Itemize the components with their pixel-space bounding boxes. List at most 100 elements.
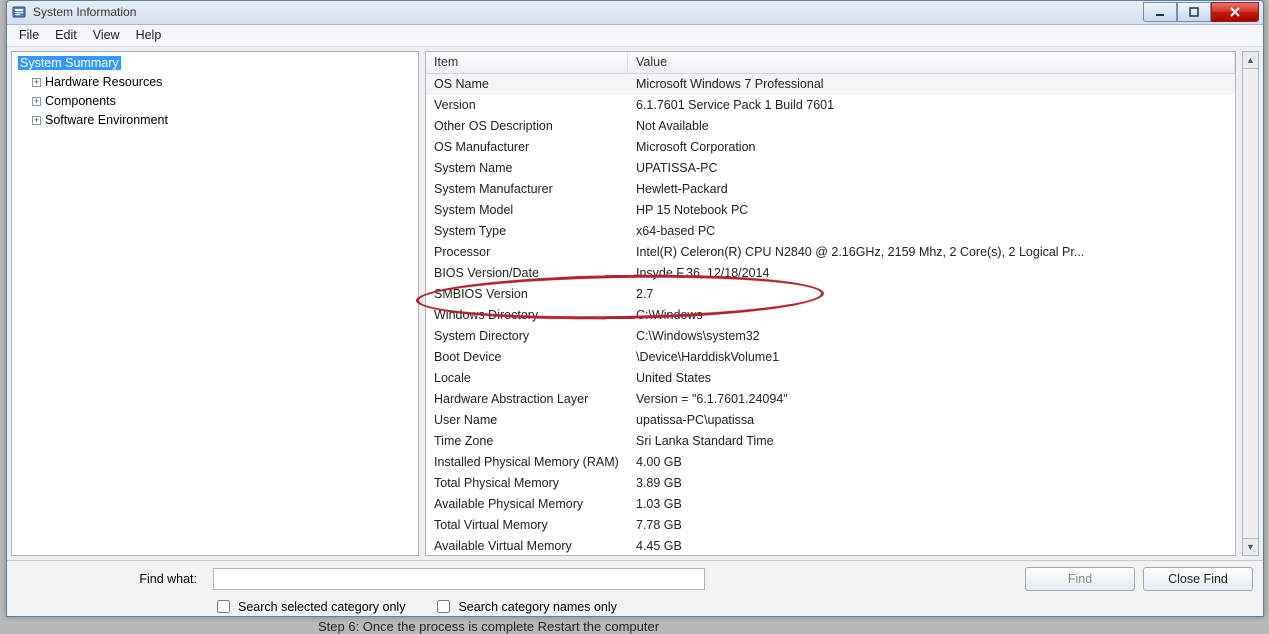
minimize-button[interactable] [1143,2,1177,22]
cell-item: System Manufacturer [426,182,628,196]
menu-bar: File Edit View Help [7,25,1263,47]
table-row[interactable]: Hardware Abstraction LayerVersion = "6.1… [426,389,1235,410]
table-row[interactable]: User Nameupatissa-PC\upatissa [426,410,1235,431]
cell-item: System Type [426,224,628,238]
expand-icon[interactable]: + [32,97,41,106]
cell-item: OS Manufacturer [426,140,628,154]
background-text: Step 6: Once the process is complete Res… [318,619,659,634]
table-row[interactable]: System ManufacturerHewlett-Packard [426,179,1235,200]
scroll-up-icon[interactable]: ▲ [1243,52,1258,69]
tree-item-components[interactable]: + Components [18,92,412,111]
cell-value: Not Available [628,119,1235,133]
cell-value: Version = "6.1.7601.24094" [628,392,1235,406]
cell-value: Intel(R) Celeron(R) CPU N2840 @ 2.16GHz,… [628,245,1235,259]
table-row[interactable]: ProcessorIntel(R) Celeron(R) CPU N2840 @… [426,242,1235,263]
table-row[interactable]: System DirectoryC:\Windows\system32 [426,326,1235,347]
outer-scrollbar[interactable]: ▲ ▼ [1242,51,1259,556]
tree-item-system-summary[interactable]: System Summary [18,54,412,73]
search-category-names-checkbox[interactable]: Search category names only [433,597,616,616]
table-row[interactable]: Time ZoneSri Lanka Standard Time [426,431,1235,452]
cell-item: Boot Device [426,350,628,364]
details-list: Item Value OS NameMicrosoft Windows 7 Pr… [425,51,1236,556]
menu-view[interactable]: View [85,26,128,44]
table-row[interactable]: Total Virtual Memory7.78 GB [426,515,1235,536]
cell-value: Insyde F.36, 12/18/2014 [628,266,1235,280]
main-area: System Summary + Hardware Resources + Co… [7,47,1263,560]
menu-edit[interactable]: Edit [47,26,85,44]
tree-label: Components [45,94,116,108]
category-tree[interactable]: System Summary + Hardware Resources + Co… [11,51,419,556]
table-row[interactable]: Available Virtual Memory4.45 GB [426,536,1235,555]
find-bar: Find what: Find Close Find Search select… [7,560,1263,616]
column-header-value[interactable]: Value [628,52,1235,73]
window-title: System Information [33,5,136,19]
menu-help[interactable]: Help [128,26,170,44]
table-row[interactable]: Total Physical Memory3.89 GB [426,473,1235,494]
cell-value: Microsoft Windows 7 Professional [628,77,1235,91]
cell-item: Available Physical Memory [426,497,628,511]
search-selected-category-checkbox[interactable]: Search selected category only [213,597,405,616]
cell-value: x64-based PC [628,224,1235,238]
table-row[interactable]: Installed Physical Memory (RAM)4.00 GB [426,452,1235,473]
table-row[interactable]: Boot Device\Device\HarddiskVolume1 [426,347,1235,368]
table-row[interactable]: OS NameMicrosoft Windows 7 Professional [426,74,1235,95]
close-find-button[interactable]: Close Find [1143,567,1253,591]
tree-label: System Summary [18,56,121,70]
scroll-down-icon[interactable]: ▼ [1243,538,1258,555]
find-input[interactable] [213,568,705,590]
cell-value: \Device\HarddiskVolume1 [628,350,1235,364]
cell-value: 1.03 GB [628,497,1235,511]
cell-item: BIOS Version/Date [426,266,628,280]
cell-item: User Name [426,413,628,427]
find-label: Find what: [17,572,205,586]
cell-item: Time Zone [426,434,628,448]
cell-value: Hewlett-Packard [628,182,1235,196]
tree-item-hardware-resources[interactable]: + Hardware Resources [18,73,412,92]
table-row[interactable]: SMBIOS Version2.7 [426,284,1235,305]
table-row[interactable]: Version6.1.7601 Service Pack 1 Build 760… [426,95,1235,116]
cell-item: Hardware Abstraction Layer [426,392,628,406]
expand-icon[interactable]: + [32,78,41,87]
cell-item: OS Name [426,77,628,91]
list-header[interactable]: Item Value [426,52,1235,74]
cell-value: C:\Windows\system32 [628,329,1235,343]
table-row[interactable]: Other OS DescriptionNot Available [426,116,1235,137]
find-button[interactable]: Find [1025,567,1135,591]
table-row[interactable]: Windows DirectoryC:\Windows [426,305,1235,326]
column-header-item[interactable]: Item [426,52,628,73]
cell-value: 3.89 GB [628,476,1235,490]
app-icon [11,4,27,20]
table-row[interactable]: LocaleUnited States [426,368,1235,389]
cell-value: 2.7 [628,287,1235,301]
close-button[interactable] [1211,2,1259,22]
tree-item-software-environment[interactable]: + Software Environment [18,111,412,130]
table-row[interactable]: System NameUPATISSA-PC [426,158,1235,179]
expand-icon[interactable]: + [32,116,41,125]
cell-item: Version [426,98,628,112]
table-row[interactable]: System Typex64-based PC [426,221,1235,242]
tree-label: Software Environment [45,113,168,127]
table-row[interactable]: BIOS Version/DateInsyde F.36, 12/18/2014 [426,263,1235,284]
cell-item: Processor [426,245,628,259]
system-information-window: System Information File Edit View Help S… [6,0,1264,617]
cell-item: Total Virtual Memory [426,518,628,532]
table-row[interactable]: System ModelHP 15 Notebook PC [426,200,1235,221]
checkbox[interactable] [217,600,230,613]
menu-file[interactable]: File [11,26,47,44]
list-body[interactable]: OS NameMicrosoft Windows 7 ProfessionalV… [426,74,1235,555]
cell-value: 4.45 GB [628,539,1235,553]
checkbox[interactable] [437,600,450,613]
tree-label: Hardware Resources [45,75,162,89]
cell-value: HP 15 Notebook PC [628,203,1235,217]
cell-value: Microsoft Corporation [628,140,1235,154]
maximize-button[interactable] [1177,2,1211,22]
title-bar[interactable]: System Information [7,1,1263,25]
cell-item: Other OS Description [426,119,628,133]
table-row[interactable]: Available Physical Memory1.03 GB [426,494,1235,515]
cell-item: System Model [426,203,628,217]
cell-value: 4.00 GB [628,455,1235,469]
cell-value: C:\Windows [628,308,1235,322]
table-row[interactable]: OS ManufacturerMicrosoft Corporation [426,137,1235,158]
cell-item: System Name [426,161,628,175]
cell-item: Total Physical Memory [426,476,628,490]
